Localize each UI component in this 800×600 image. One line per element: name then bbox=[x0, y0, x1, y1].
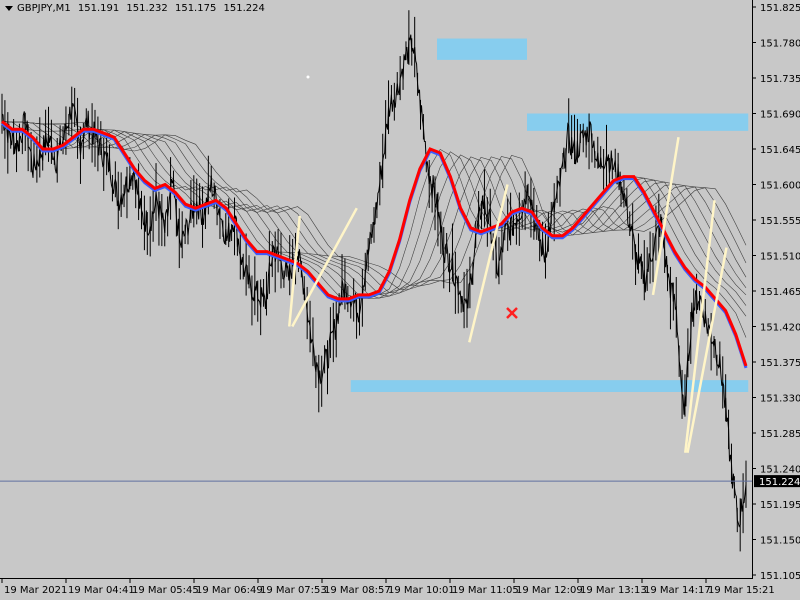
x-tick-label: 19 Mar 11:05 bbox=[452, 585, 519, 596]
close-price: 151.224 bbox=[223, 3, 265, 14]
x-tick-label: 19 Mar 15:21 bbox=[708, 585, 775, 596]
price-chart[interactable]: 151.825 151.780 151.735 151.690 151.645 151.6… bbox=[0, 0, 800, 600]
y-tick-label: 151.150 bbox=[760, 536, 800, 547]
y-tick-label: 151.465 bbox=[760, 287, 800, 298]
y-tick-label: 151.285 bbox=[760, 429, 800, 440]
y-tick-label: 151.555 bbox=[760, 216, 800, 227]
x-tick-label: 19 Mar 06:49 bbox=[196, 585, 263, 596]
y-tick-label: 151.600 bbox=[760, 181, 800, 192]
y-tick-label: 151.195 bbox=[760, 500, 800, 511]
y-tick-label: 151.420 bbox=[760, 323, 800, 334]
y-tick-label: 151.645 bbox=[760, 145, 800, 156]
current-price-label: 151.224 bbox=[754, 475, 800, 488]
x-tick-label: 19 Mar 14:17 bbox=[644, 585, 711, 596]
x-tick-label: 19 Mar 13:13 bbox=[580, 585, 647, 596]
dropdown-arrow-icon[interactable] bbox=[5, 6, 13, 11]
open-price: 151.191 bbox=[77, 3, 120, 14]
x-tick-label: 19 Mar 07:53 bbox=[260, 585, 327, 596]
y-tick-label: 151.825 bbox=[760, 3, 800, 14]
y-tick-label: 151.105 bbox=[760, 571, 800, 582]
zone-rect bbox=[350, 380, 749, 392]
x-tick-label: 19 Mar 2021 bbox=[4, 585, 67, 596]
y-tick-label: 151.330 bbox=[760, 394, 800, 405]
zone-rect bbox=[437, 38, 527, 60]
x-tick-label: 19 Mar 05:45 bbox=[132, 585, 199, 596]
y-tick-label: 151.780 bbox=[760, 39, 800, 50]
y-tick-label: 151.735 bbox=[760, 74, 800, 85]
high-price: 151.232 bbox=[126, 3, 168, 14]
x-tick-label: 19 Mar 12:09 bbox=[516, 585, 583, 596]
low-price: 151.175 bbox=[174, 3, 217, 14]
dot-marker bbox=[306, 75, 310, 79]
y-tick-label: 151.510 bbox=[760, 252, 800, 263]
x-tick-label: 19 Mar 04:41 bbox=[68, 585, 135, 596]
y-tick-label: 151.375 bbox=[760, 358, 800, 369]
symbol-header: GBPJPY,M1 151.191 151.232 151.175 151.22… bbox=[17, 3, 269, 14]
current-price-text: 151.224 bbox=[759, 477, 800, 488]
zone-rect bbox=[527, 113, 749, 131]
y-tick-label: 151.690 bbox=[760, 110, 800, 121]
x-tick-label: 19 Mar 08:57 bbox=[324, 585, 391, 596]
y-tick-label: 151.240 bbox=[760, 465, 800, 476]
x-tick-label: 19 Mar 10:01 bbox=[388, 585, 455, 596]
symbol-name: GBPJPY,M1 bbox=[17, 3, 71, 14]
